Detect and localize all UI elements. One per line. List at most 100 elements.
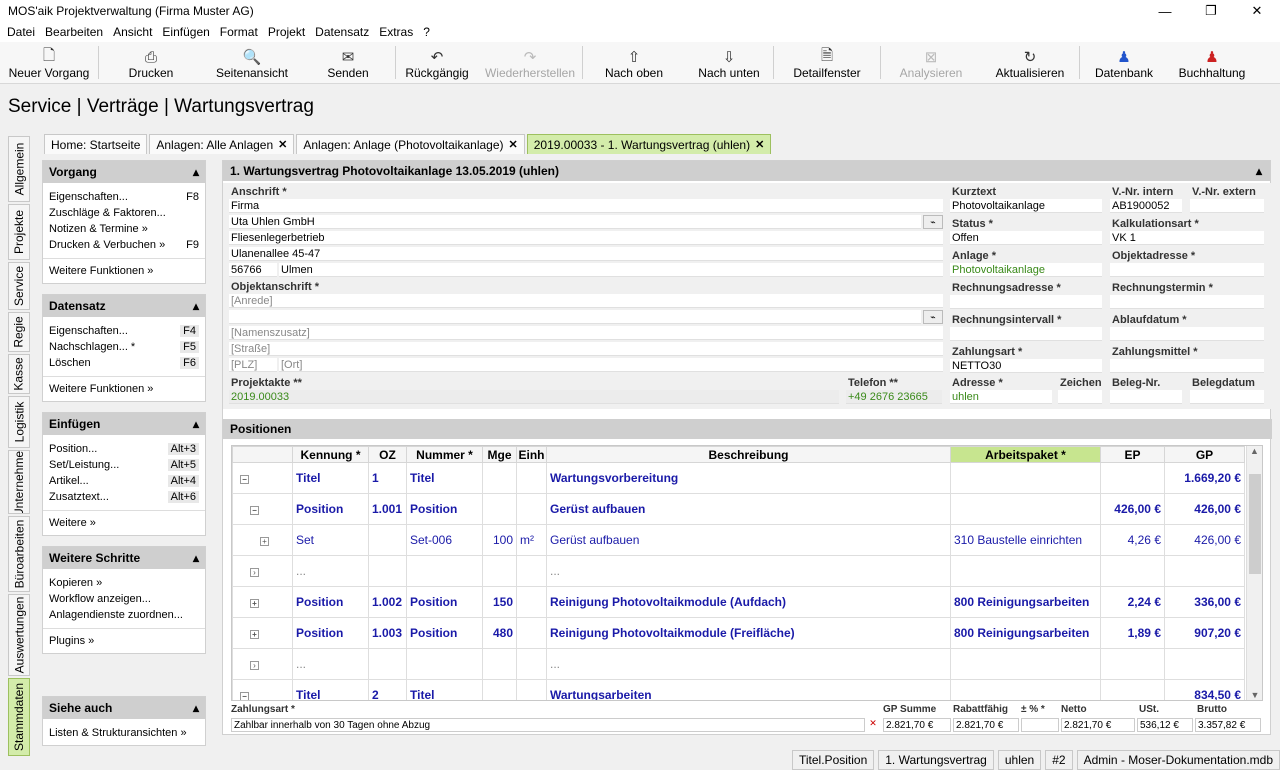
cell-einh[interactable]	[516, 586, 547, 618]
kurztext-field[interactable]: Photovoltaikanlage	[950, 199, 1102, 213]
col-beschreibung[interactable]: Beschreibung	[546, 446, 951, 463]
cell-einh[interactable]: m²	[516, 524, 547, 556]
print-button[interactable]: ⎙ Drucken	[99, 42, 203, 83]
cell-kennung[interactable]: Titel	[292, 462, 369, 494]
objekt-plz[interactable]: [PLZ]	[229, 358, 277, 372]
menu-einfuegen[interactable]: Einfügen	[157, 25, 214, 39]
cell-nummer[interactable]: Titel	[406, 462, 483, 494]
table-row[interactable]: + Position 1.003 Position 480 Reinigung Photo…	[232, 617, 1245, 649]
vertical-scrollbar[interactable]: ▲ ▼	[1246, 446, 1262, 700]
anschrift-plz[interactable]: 56766	[229, 263, 277, 277]
cell-arbeitspaket[interactable]	[950, 462, 1101, 494]
menu-format[interactable]: Format	[215, 25, 263, 39]
menu-datensatz[interactable]: Datensatz	[310, 25, 374, 39]
cell-gp[interactable]: 834,50 €	[1164, 679, 1245, 700]
cell-mge[interactable]	[482, 679, 517, 700]
cell-mge[interactable]	[482, 462, 517, 494]
tab-anlagen-alle[interactable]: Anlagen: Alle Anlagen ✕	[149, 134, 295, 154]
cell-beschreibung[interactable]: ...	[546, 648, 951, 680]
detail-window-button[interactable]: 🗎 Detailfenster	[774, 42, 880, 83]
tab-home[interactable]: Home: Startseite	[44, 134, 148, 154]
cell-nummer[interactable]	[406, 648, 483, 680]
cell-ep[interactable]	[1100, 648, 1165, 680]
anschrift-zusatz[interactable]: Fliesenlegerbetrieb	[229, 231, 943, 245]
cell-beschreibung[interactable]: Gerüst aufbauen	[546, 524, 951, 556]
cell-beschreibung[interactable]: Gerüst aufbauen	[546, 493, 951, 525]
cell-nummer[interactable]: Position	[406, 617, 483, 649]
close-button[interactable]: ✕	[1234, 0, 1280, 22]
cell-kennung[interactable]: Position	[292, 617, 369, 649]
cell-kennung[interactable]: Position	[292, 493, 369, 525]
maximize-button[interactable]: ❐	[1188, 0, 1234, 22]
status-field[interactable]: Offen	[950, 231, 1102, 245]
collapse-icon[interactable]: ▴	[193, 299, 199, 313]
cell-ep[interactable]: 4,26 €	[1100, 524, 1165, 556]
task-drucken[interactable]: Drucken & Verbuchen » F9	[43, 237, 205, 253]
vnr-intern-field[interactable]: AB1900052	[1110, 199, 1182, 213]
cell-kennung[interactable]: Titel	[292, 679, 369, 700]
task-plugins[interactable]: Plugins »	[43, 633, 205, 649]
menu-help[interactable]: ?	[418, 25, 435, 39]
tree-node-icon[interactable]: −	[232, 679, 293, 700]
cell-beschreibung[interactable]: Reinigung Photovoltaikmodule (Freifläche…	[546, 617, 951, 649]
task-weitere-funktionen[interactable]: Weitere Funktionen »	[43, 263, 205, 279]
cell-beschreibung[interactable]: ...	[546, 555, 951, 587]
collapse-icon[interactable]: ▴	[1256, 164, 1262, 178]
cell-gp[interactable]: 1.669,20 €	[1164, 462, 1245, 494]
zahlungsart-field[interactable]: NETTO30	[950, 359, 1102, 373]
cell-beschreibung[interactable]: Reinigung Photovoltaikmodule (Aufdach)	[546, 586, 951, 618]
cell-arbeitspaket[interactable]: 310 Baustelle einrichten	[950, 524, 1101, 556]
objekt-strasse[interactable]: [Straße]	[229, 342, 943, 356]
cell-ep[interactable]	[1100, 462, 1165, 494]
menu-bearbeiten[interactable]: Bearbeiten	[40, 25, 108, 39]
analyze-button[interactable]: ⊠ Analysieren	[881, 42, 981, 83]
accounting-button[interactable]: ♟ Buchhaltung	[1168, 42, 1256, 83]
kalkulationsart-field[interactable]: VK 1	[1110, 231, 1264, 245]
page-preview-button[interactable]: 🔍 Seitenansicht	[203, 42, 301, 83]
cell-gp[interactable]: 336,00 €	[1164, 586, 1245, 618]
vtab-kasse[interactable]: Kasse	[8, 354, 30, 394]
address-lookup-icon[interactable]: ⌁	[923, 215, 943, 229]
col-kennung[interactable]: Kennung *	[292, 446, 369, 463]
vtab-service[interactable]: Service	[8, 262, 30, 310]
cell-oz[interactable]	[368, 648, 407, 680]
cell-ep[interactable]	[1100, 555, 1165, 587]
tree-node-icon[interactable]: +	[232, 617, 293, 649]
table-row[interactable]: − Position 1.001 Position Gerüst aufbauen 426…	[232, 493, 1245, 525]
cell-oz[interactable]: 1.002	[368, 586, 407, 618]
cell-arbeitspaket[interactable]: 800 Reinigungsarbeiten	[950, 586, 1101, 618]
undo-button[interactable]: ↶ Rückgängig	[396, 42, 478, 83]
belegdatum-field[interactable]	[1190, 390, 1264, 404]
table-row[interactable]: − Titel 1 Titel Wartungsvorbereitung 1.669,20…	[232, 462, 1245, 494]
menu-extras[interactable]: Extras	[374, 25, 418, 39]
objekt-name[interactable]	[229, 310, 921, 324]
anschrift-anrede[interactable]: Firma	[229, 199, 943, 213]
rabatt-prozent-field[interactable]	[1021, 718, 1059, 732]
cell-ep[interactable]: 426,00 €	[1100, 493, 1165, 525]
tab-wartungsvertrag[interactable]: 2019.00033 - 1. Wartungsvertrag (uhlen) ✕	[526, 134, 772, 154]
close-tab-icon[interactable]: ✕	[509, 138, 518, 151]
task-einf-weitere[interactable]: Weitere »	[43, 515, 205, 531]
zeichen-field[interactable]	[1058, 390, 1102, 404]
task-zuschlaege[interactable]: Zuschläge & Faktoren...	[43, 205, 205, 221]
cell-oz[interactable]: 1.001	[368, 493, 407, 525]
move-down-button[interactable]: ⇩ Nach unten	[685, 42, 773, 83]
task-anlagendienste[interactable]: Anlagendienste zuordnen...	[43, 607, 205, 623]
col-einh[interactable]: Einh	[516, 446, 547, 463]
cell-mge[interactable]	[482, 493, 517, 525]
cell-gp[interactable]	[1164, 555, 1245, 587]
scroll-down-icon[interactable]: ▼	[1247, 690, 1262, 700]
positions-grid[interactable]: Kennung * OZ Nummer * Mge Einh Beschreib…	[231, 445, 1263, 701]
summary-zahlungsart-field[interactable]: Zahlbar innerhalb von 30 Tagen ohne Abzu…	[231, 718, 865, 732]
tree-node-icon[interactable]: −	[232, 493, 293, 525]
cell-mge[interactable]	[482, 555, 517, 587]
rechnungsintervall-field[interactable]	[950, 327, 1102, 341]
cell-gp[interactable]: 426,00 €	[1164, 524, 1245, 556]
anschrift-name[interactable]: Uta Uhlen GmbH	[229, 215, 921, 229]
anschrift-strasse[interactable]: Ulanenallee 45-47	[229, 247, 943, 261]
task-zusatztext[interactable]: Zusatztext... Alt+6	[43, 489, 205, 505]
table-row[interactable]: ›......	[232, 555, 1245, 587]
tab-anlage-pv[interactable]: Anlagen: Anlage (Photovoltaikanlage) ✕	[296, 134, 525, 154]
tree-node-icon[interactable]: +	[232, 586, 293, 618]
vtab-projekte[interactable]: Projekte	[8, 204, 30, 260]
